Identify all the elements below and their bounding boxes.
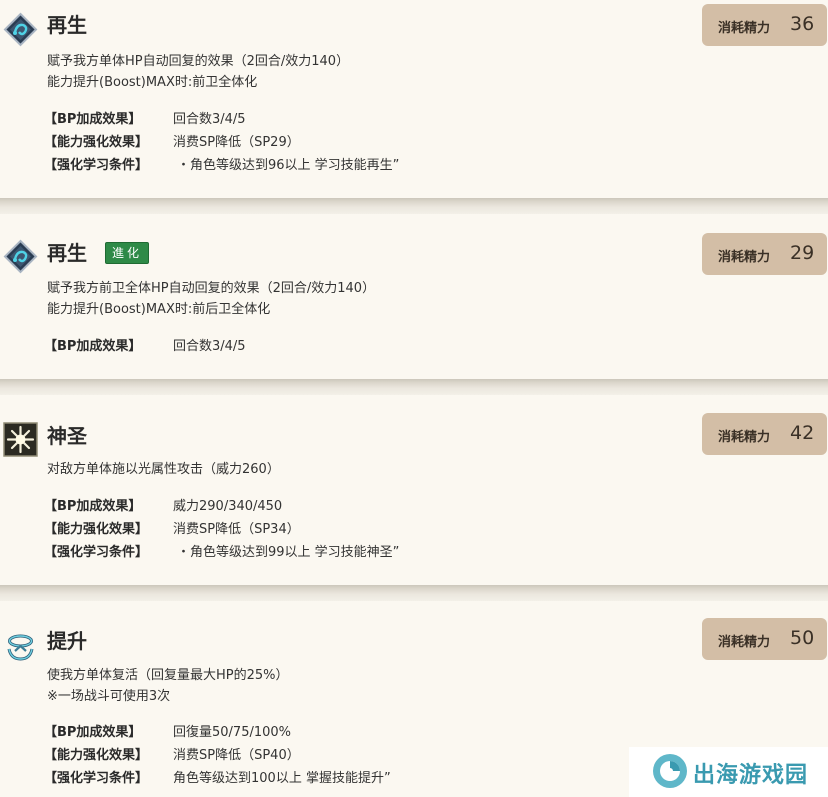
attribute-value: 消费SP降低（SP40） (173, 748, 300, 763)
skill-description: 使我方单体复活（回复量最大HP的25%） ※一场战斗可使用3次 (47, 665, 289, 707)
attribute-key: 【BP加成效果】 (44, 725, 142, 740)
skill-name: 神圣 (47, 424, 87, 448)
skill-description: 赋予我方单体HP自动回复的效果（2回合/效力140） 能力提升(Boost)MA… (47, 51, 349, 93)
attribute-key: 【能力强化效果】 (44, 748, 149, 763)
evolved-badge: 進化 (105, 242, 150, 264)
attribute-key: 【能力强化效果】 (44, 135, 149, 150)
description-line: 能力提升(Boost)MAX时:前后卫全体化 (47, 302, 271, 317)
diamond-spiral-icon (3, 12, 38, 47)
cost-label: 消耗精力 (718, 250, 771, 265)
raise-halo-icon (3, 629, 38, 664)
skill-card: 再生 消耗精力 36 赋予我方单体HP自动回复的效果（2回合/效力140） 能力… (0, 0, 828, 198)
attribute-key: 【强化学习条件】 (44, 158, 149, 173)
cost-value: 29 (790, 242, 815, 264)
attribute-value: 角色等级达到100以上 掌握技能提升” (173, 771, 391, 786)
attribute-key: 【BP加成效果】 (44, 499, 142, 514)
attribute-key: 【BP加成效果】 (44, 339, 142, 354)
attribute-key: 【BP加成效果】 (44, 112, 142, 127)
skill-name: 再生 (47, 241, 87, 265)
cost-box: 消耗精力 50 (702, 618, 827, 660)
attribute-key: 【强化学习条件】 (44, 771, 149, 786)
card-divider (0, 585, 828, 601)
attribute-value: 消费SP降低（SP29） (173, 135, 300, 150)
description-line: 能力提升(Boost)MAX时:前卫全体化 (47, 75, 258, 90)
card-divider (0, 198, 828, 214)
diamond-spiral-icon (3, 239, 38, 274)
attribute-value: 威力290/340/450 (173, 499, 283, 514)
cost-label: 消耗精力 (718, 430, 771, 445)
attribute-value: 回合数3/4/5 (173, 339, 246, 354)
attribute-value: ・角色等级达到96以上 学习技能再生” (177, 158, 400, 173)
card-divider (0, 379, 828, 395)
cost-label: 消耗精力 (718, 21, 771, 36)
attribute-value: ・角色等级达到99以上 学习技能神圣” (177, 545, 400, 560)
attribute-value: 回復量50/75/100% (173, 725, 292, 740)
cost-box: 消耗精力 42 (702, 413, 827, 455)
cost-box: 消耗精力 36 (702, 4, 827, 46)
attribute-value: 消费SP降低（SP34） (173, 522, 300, 537)
attribute-key: 【强化学习条件】 (44, 545, 149, 560)
skill-name: 提升 (47, 629, 87, 653)
skill-description: 赋予我方前卫全体HP自动回复的效果（2回合/效力140） 能力提升(Boost)… (47, 278, 375, 320)
watermark: 出海游戏园 (629, 747, 828, 797)
description-line: 赋予我方单体HP自动回复的效果（2回合/效力140） (47, 54, 350, 69)
watermark-text: 出海游戏园 (693, 763, 809, 788)
skill-card: 神圣 消耗精力 42 对敌方单体施以光属性攻击（威力260） 【BP加成效果】 … (0, 395, 828, 585)
description-line: 赋予我方前卫全体HP自动回复的效果（2回合/效力140） (47, 281, 376, 296)
description-line: 使我方单体复活（回复量最大HP的25%） (47, 668, 289, 683)
attribute-key: 【能力强化效果】 (44, 522, 149, 537)
skill-description: 对敌方单体施以光属性攻击（威力260） (47, 459, 280, 480)
attribute-value: 回合数3/4/5 (173, 112, 246, 127)
cost-value: 50 (790, 627, 815, 649)
cost-box: 消耗精力 29 (702, 233, 827, 275)
holy-light-icon (3, 422, 38, 457)
skill-name: 再生 (47, 13, 87, 37)
description-line: ※一场战斗可使用3次 (47, 689, 171, 704)
cost-value: 42 (790, 422, 815, 444)
description-line: 对敌方单体施以光属性攻击（威力260） (47, 462, 280, 477)
watermark-logo-icon (651, 752, 689, 790)
skill-card: 再生 進化 消耗精力 29 赋予我方前卫全体HP自动回复的效果（2回合/效力14… (0, 214, 828, 379)
cost-value: 36 (790, 13, 815, 35)
cost-label: 消耗精力 (718, 635, 771, 650)
